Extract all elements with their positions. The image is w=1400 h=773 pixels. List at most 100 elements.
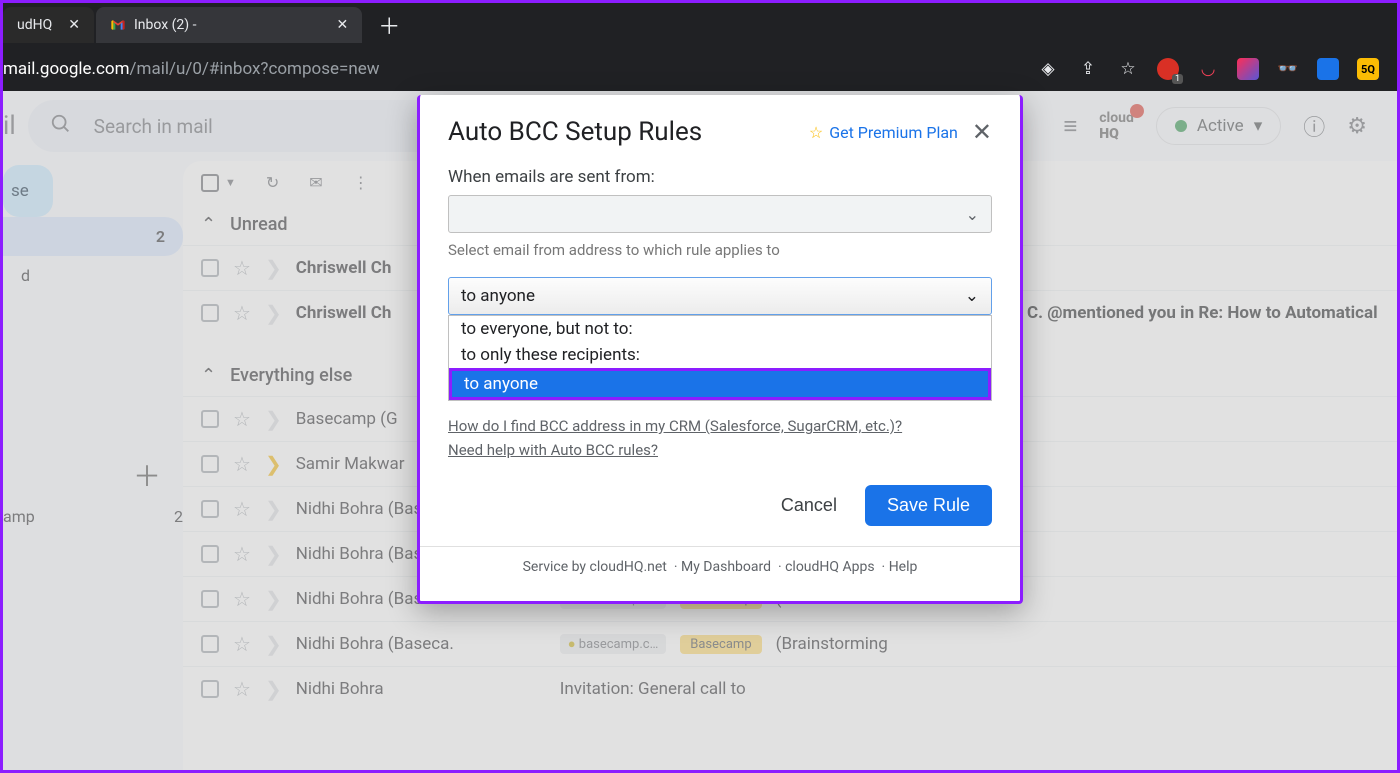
status-dropdown[interactable]: Active ▾ — [1156, 107, 1281, 145]
help-link[interactable]: Help — [889, 559, 918, 575]
star-icon[interactable]: ☆ — [1117, 58, 1139, 80]
gmail-logo: il — [3, 111, 28, 141]
browser-tab-1[interactable]: Inbox (2) - ✕ — [96, 7, 362, 43]
sidebar-label[interactable]: amp 2 — [3, 495, 183, 530]
chevron-down-icon: ▾ — [1254, 116, 1263, 136]
eye-icon[interactable]: ◈ — [1037, 58, 1059, 80]
apps-link[interactable]: cloudHQ Apps — [785, 559, 875, 575]
mail-row[interactable]: ☆ ❯ Nidhi Bohra Invitation: General call to — [183, 666, 1397, 711]
subject: Invitation: General call to — [560, 679, 746, 699]
mark-read-icon[interactable]: ✉ — [309, 173, 322, 192]
tab-title: Inbox (2) - — [134, 17, 197, 33]
footer-text: Service by — [523, 559, 590, 575]
share-icon[interactable]: ⇪ — [1077, 58, 1099, 80]
dropdown-option-selected[interactable]: to anyone — [449, 368, 991, 400]
importance-icon[interactable]: ❯ — [265, 407, 282, 431]
extension-icon[interactable]: 👓 — [1277, 58, 1299, 80]
row-checkbox[interactable] — [201, 455, 219, 473]
dropdown-option[interactable]: to only these recipients: — [449, 342, 991, 368]
sender: Nidhi Bohra — [296, 679, 546, 699]
sender: Nidhi Bohra (Baseca. — [296, 634, 546, 654]
row-checkbox[interactable] — [201, 500, 219, 518]
extension-icon[interactable]: 5Q — [1357, 58, 1379, 80]
close-icon[interactable]: ✕ — [337, 17, 349, 33]
search-placeholder: Search in mail — [94, 115, 213, 138]
star-icon[interactable]: ☆ — [233, 497, 251, 521]
section-title: Everything else — [230, 365, 352, 386]
more-icon[interactable]: ⋮ — [353, 173, 369, 192]
importance-icon[interactable]: ❯ — [265, 632, 282, 656]
compose-button[interactable]: se — [3, 165, 53, 217]
auto-bcc-modal: Auto BCC Setup Rules ☆ Get Premium Plan … — [417, 95, 1023, 604]
save-rule-button[interactable]: Save Rule — [865, 485, 992, 526]
sidebar-item-snoozed[interactable]: d — [3, 256, 183, 295]
star-icon: ☆ — [809, 123, 823, 142]
settings-alt-icon[interactable]: ≡ — [1063, 112, 1077, 141]
url-path: /mail/u/0/#inbox?compose=new — [130, 59, 380, 79]
url-domain: mail.google.com — [3, 59, 130, 79]
address-bar[interactable]: mail.google.com/mail/u/0/#inbox?compose=… — [3, 47, 1397, 91]
recipient-scope-select[interactable]: to anyone ⌄ — [448, 277, 992, 315]
cloudhq-link[interactable]: cloudHQ.net — [590, 559, 667, 575]
importance-icon[interactable]: ❯ — [265, 542, 282, 566]
browser-tab-0[interactable]: udHQ ✕ — [3, 7, 94, 43]
chevron-down-icon: ⌃ — [201, 214, 216, 235]
pocket-icon[interactable]: ◡ — [1197, 58, 1219, 80]
importance-icon[interactable]: ❯ — [265, 587, 282, 611]
star-icon[interactable]: ☆ — [233, 452, 251, 476]
label-chip[interactable]: Basecamp — [680, 635, 761, 654]
gmail-icon — [110, 17, 126, 33]
label-chip[interactable]: basecamp.c… — [560, 634, 667, 654]
search-icon — [50, 113, 72, 139]
status-label: Active — [1197, 116, 1244, 136]
importance-icon[interactable]: ❯ — [265, 301, 282, 325]
row-checkbox[interactable] — [201, 545, 219, 563]
from-hint: Select email from address to which rule … — [448, 241, 992, 259]
star-icon[interactable]: ☆ — [233, 677, 251, 701]
row-checkbox[interactable] — [201, 635, 219, 653]
extension-icon[interactable] — [1317, 58, 1339, 80]
mail-subject-fragment: C. @mentioned you in Re: How to Automati… — [1027, 303, 1378, 323]
cloudhq-logo[interactable]: cloudHQ — [1099, 110, 1134, 142]
chevron-down-icon: ⌄ — [965, 286, 979, 306]
add-label-button[interactable]: ＋ — [3, 455, 183, 495]
subject: (Brainstorming — [776, 634, 888, 654]
get-premium-link[interactable]: ☆ Get Premium Plan — [809, 123, 958, 142]
row-checkbox[interactable] — [201, 590, 219, 608]
gear-icon[interactable]: ⚙ — [1347, 114, 1367, 139]
star-icon[interactable]: ☆ — [233, 542, 251, 566]
star-icon[interactable]: ☆ — [233, 301, 251, 325]
importance-icon[interactable]: ❯ — [265, 497, 282, 521]
close-icon[interactable]: ✕ — [68, 17, 80, 33]
recipient-scope-dropdown: to everyone, but not to: to only these r… — [448, 315, 992, 401]
star-icon[interactable]: ☆ — [233, 587, 251, 611]
row-checkbox[interactable] — [201, 680, 219, 698]
dashboard-link[interactable]: My Dashboard — [681, 559, 771, 575]
star-icon[interactable]: ☆ — [233, 407, 251, 431]
from-email-select[interactable]: ⌄ — [448, 195, 992, 233]
select-all-checkbox[interactable]: ▼ — [201, 174, 236, 192]
new-tab-button[interactable]: ＋ — [364, 9, 414, 41]
help-icon[interactable]: ⓘ — [1303, 110, 1325, 142]
row-checkbox[interactable] — [201, 410, 219, 428]
row-checkbox[interactable] — [201, 259, 219, 277]
faq-link-crm[interactable]: How do I find BCC address in my CRM (Sal… — [448, 417, 992, 435]
status-dot-icon — [1175, 120, 1187, 132]
sidebar-item-inbox[interactable]: 2 — [3, 217, 183, 256]
close-icon[interactable]: ✕ — [972, 118, 992, 146]
extension-icon[interactable] — [1237, 58, 1259, 80]
cancel-button[interactable]: Cancel — [763, 485, 855, 526]
extension-icon[interactable]: 1 — [1157, 58, 1179, 80]
dropdown-option[interactable]: to everyone, but not to: — [449, 316, 991, 342]
importance-icon[interactable]: ❯ — [265, 452, 282, 476]
mail-row[interactable]: ☆ ❯ Nidhi Bohra (Baseca. basecamp.c… Basecam… — [183, 621, 1397, 666]
star-icon[interactable]: ☆ — [233, 256, 251, 280]
row-checkbox[interactable] — [201, 304, 219, 322]
refresh-icon[interactable]: ↻ — [266, 173, 279, 192]
select-value: to anyone — [461, 286, 535, 306]
faq-link-rules[interactable]: Need help with Auto BCC rules? — [448, 441, 992, 459]
importance-icon[interactable]: ❯ — [265, 677, 282, 701]
label-name: amp — [3, 507, 35, 526]
importance-icon[interactable]: ❯ — [265, 256, 282, 280]
star-icon[interactable]: ☆ — [233, 632, 251, 656]
